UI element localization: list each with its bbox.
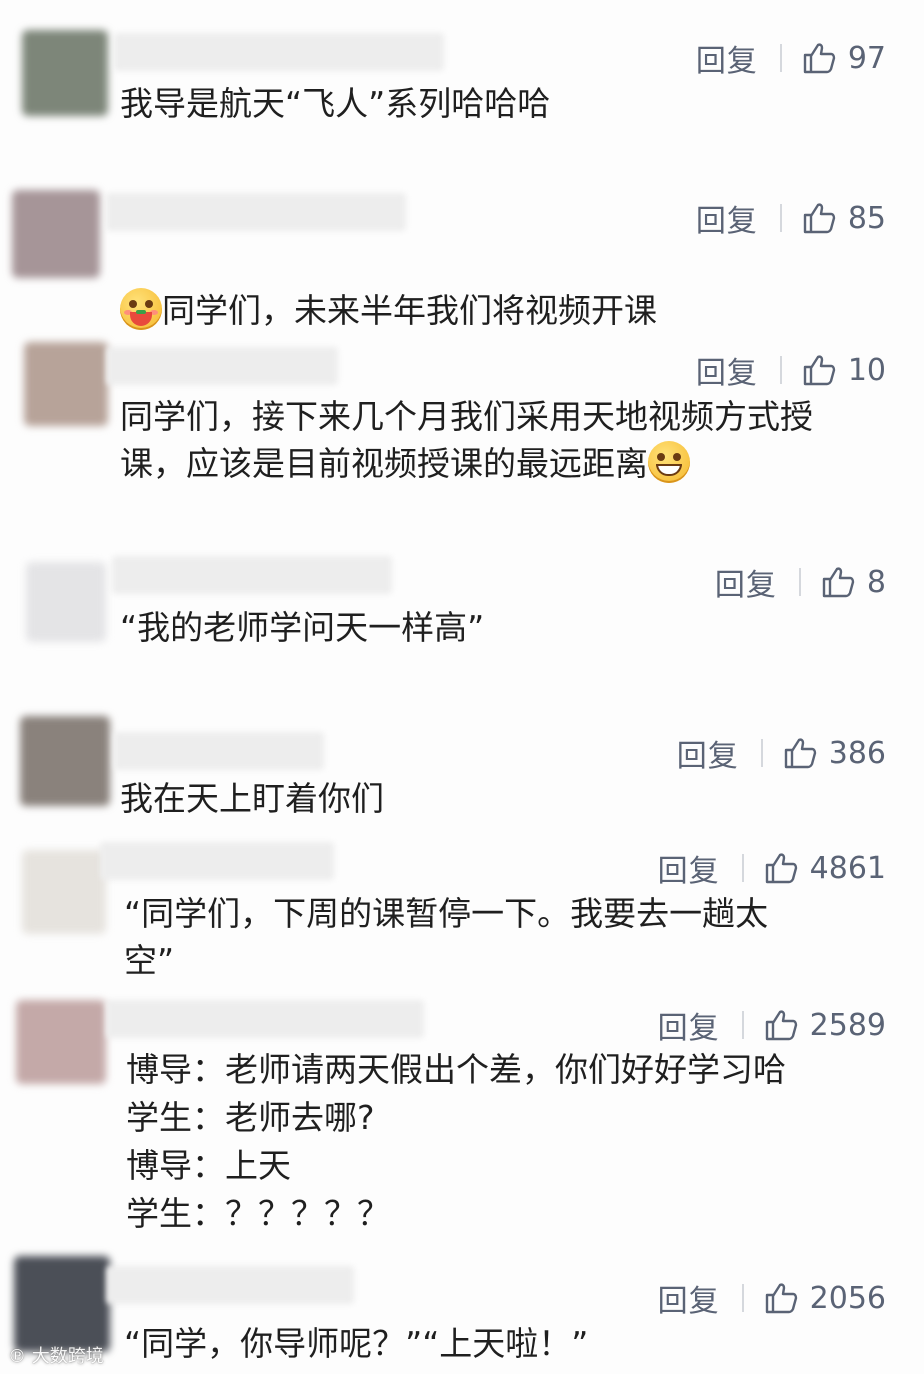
like-count: 2056 (809, 1280, 886, 1316)
comment-text: “同学们，下周的课暂停一下。我要去一趟太 空” (124, 894, 769, 980)
username-blurred[interactable] (106, 1000, 424, 1038)
avatar[interactable] (12, 190, 100, 278)
divider (760, 739, 763, 767)
thumbs-up-icon[interactable] (802, 201, 836, 235)
like-count: 386 (828, 735, 886, 771)
comment-text: 我导是航天“飞人”系列哈哈哈 (120, 84, 551, 123)
comment-text-row: 同学们，未来半年我们将视频开课 (120, 240, 657, 334)
comment-actions: 回复 97 (696, 36, 886, 80)
avatar[interactable] (26, 562, 106, 642)
watermark: ℗ 大数跨境 (8, 1342, 104, 1368)
reply-button[interactable]: 回复 (658, 846, 720, 890)
username-blurred[interactable] (106, 1266, 354, 1304)
username-blurred[interactable] (100, 842, 334, 880)
watermelon-face-emoji (120, 288, 162, 330)
divider (779, 356, 782, 384)
comment-text: “我的老师学问天一样高” (120, 608, 485, 647)
divider (741, 1284, 744, 1312)
divider (741, 1011, 744, 1039)
avatar[interactable] (14, 1256, 110, 1352)
comment-text: “同学，你导师呢？”“上天啦！” (124, 1324, 589, 1363)
divider (798, 568, 801, 596)
like-count: 97 (847, 40, 886, 76)
watermark-logo-icon: ℗ (8, 1346, 26, 1367)
comment-text: 同学们，接下来几个月我们采用天地视频方式授 课，应该是目前视频授课的最远距离 (120, 397, 813, 483)
watermark-text: 大数跨境 (31, 1346, 104, 1367)
thumbs-up-icon[interactable] (802, 41, 836, 75)
username-blurred[interactable] (114, 732, 324, 770)
like-count: 2589 (809, 1007, 886, 1043)
avatar[interactable] (16, 1000, 106, 1084)
like-count: 8 (866, 564, 886, 600)
comment-actions: 回复 8 (715, 560, 886, 604)
divider (779, 204, 782, 232)
username-blurred[interactable] (112, 556, 392, 594)
username-blurred[interactable] (106, 193, 406, 231)
like-count: 4861 (809, 850, 886, 886)
avatar[interactable] (24, 342, 108, 426)
thumbs-up-icon[interactable] (764, 851, 798, 885)
reply-button[interactable]: 回复 (677, 731, 739, 775)
comment-actions: 回复 85 (696, 196, 886, 240)
comment-actions: 回复 2589 (658, 1003, 886, 1047)
thumbs-up-icon[interactable] (802, 353, 836, 387)
thumbs-up-icon[interactable] (821, 565, 855, 599)
avatar[interactable] (22, 850, 106, 934)
comment-actions: 回复 2056 (658, 1276, 886, 1320)
thumbs-up-icon[interactable] (764, 1281, 798, 1315)
thumbs-up-icon[interactable] (783, 736, 817, 770)
reply-button[interactable]: 回复 (658, 1003, 720, 1047)
like-count: 85 (847, 200, 886, 236)
comment-actions: 回复 386 (677, 731, 886, 775)
beaming-face-emoji (648, 441, 690, 483)
avatar[interactable] (20, 716, 110, 806)
comment-text: 同学们，未来半年我们将视频开课 (162, 291, 657, 330)
thumbs-up-icon[interactable] (764, 1008, 798, 1042)
comment-text-row: 同学们，接下来几个月我们采用天地视频方式授 课，应该是目前视频授课的最远距离 (120, 393, 813, 487)
comment-actions: 回复 4861 (658, 846, 886, 890)
divider (779, 44, 782, 72)
comment-text: 我在天上盯着你们 (120, 779, 384, 818)
username-blurred[interactable] (114, 33, 444, 71)
comment-actions: 回复 10 (696, 348, 886, 392)
reply-button[interactable]: 回复 (658, 1276, 720, 1320)
like-count: 10 (847, 352, 886, 388)
reply-button[interactable]: 回复 (696, 36, 758, 80)
reply-button[interactable]: 回复 (696, 196, 758, 240)
avatar[interactable] (22, 30, 108, 116)
username-blurred[interactable] (106, 347, 338, 385)
reply-button[interactable]: 回复 (696, 348, 758, 392)
divider (741, 854, 744, 882)
comment-text: 博导：老师请两天假出个差，你们好好学习哈 学生：老师去哪? 博导：上天 学生：？… (126, 1050, 786, 1233)
reply-button[interactable]: 回复 (715, 560, 777, 604)
